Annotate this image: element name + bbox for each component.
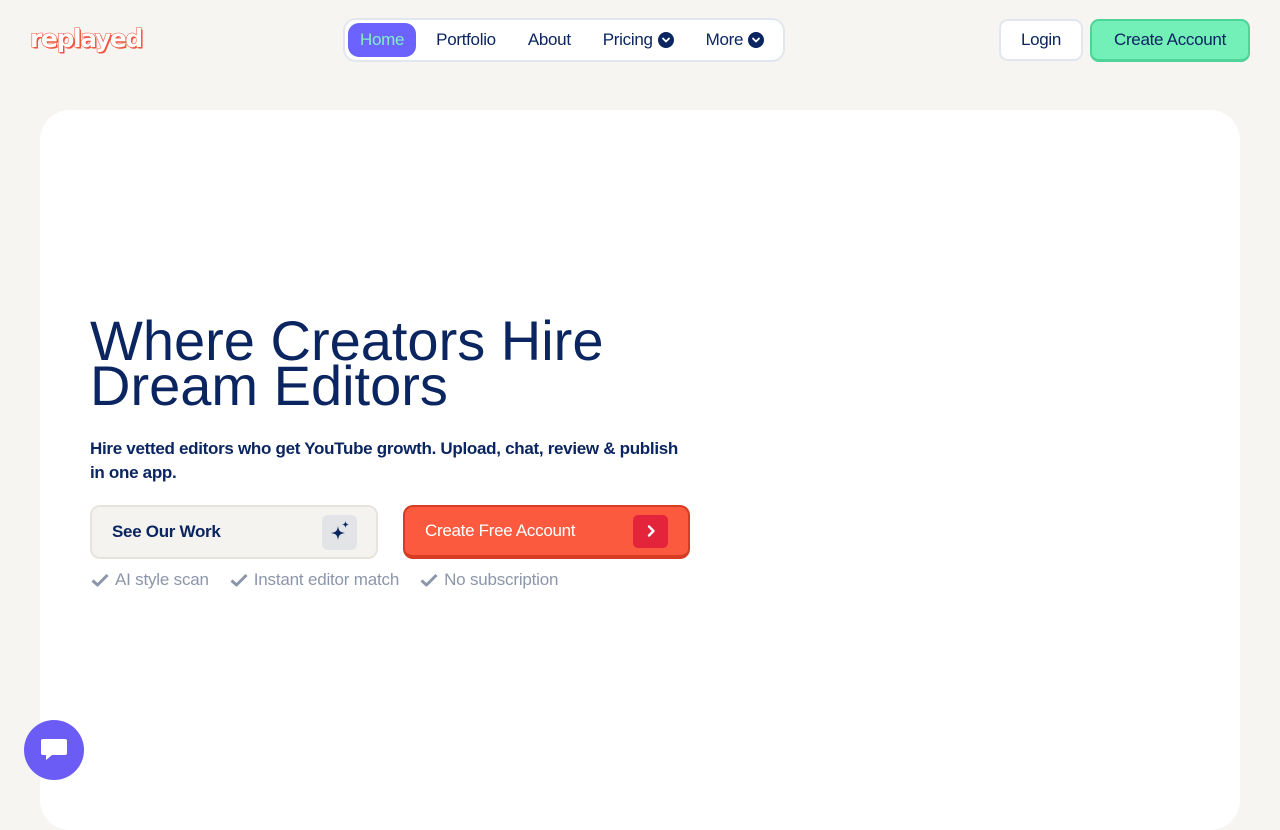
hero-title-line-2: Dream Editors (90, 354, 448, 417)
check-icon (420, 573, 438, 587)
sparkle-icon (322, 514, 357, 550)
nav-item-more[interactable]: More (706, 23, 765, 57)
chevron-down-circle-icon (748, 32, 765, 48)
see-our-work-button[interactable]: See Our Work (90, 505, 378, 559)
feature-label: Instant editor match (253, 570, 400, 589)
nav-item-home[interactable]: Home (348, 23, 417, 57)
logo[interactable]: replayed (29, 23, 143, 54)
chevron-down-circle-icon (657, 32, 674, 48)
feature-item: No subscription (420, 570, 558, 590)
feature-item: Instant editor match (230, 570, 399, 590)
nav-item-label: About (527, 30, 571, 49)
feature-label: No subscription (444, 570, 559, 589)
chat-icon (41, 739, 67, 760)
see-our-work-label: See Our Work (112, 522, 221, 541)
main-nav: Home Portfolio About Pricing More (343, 18, 785, 62)
nav-item-pricing[interactable]: Pricing (603, 23, 674, 57)
nav-item-label: Portfolio (436, 30, 496, 49)
nav-item-portfolio[interactable]: Portfolio (436, 23, 496, 57)
create-free-account-button[interactable]: Create Free Account (403, 505, 690, 559)
feature-list: AI style scan Instant editor match No su… (91, 570, 579, 590)
create-account-button[interactable]: Create Account (1090, 19, 1250, 62)
feature-label: AI style scan (115, 570, 209, 589)
chat-widget-button[interactable] (24, 720, 84, 780)
nav-item-label: More (705, 30, 744, 49)
check-icon (91, 573, 109, 587)
nav-item-about[interactable]: About (528, 23, 571, 57)
create-account-label: Create Account (1113, 30, 1227, 49)
nav-item-label: Home (360, 30, 405, 49)
login-label: Login (1020, 30, 1062, 49)
hero-title: Where Creators Hire Dream Editors (90, 313, 710, 414)
hero-subtitle: Hire vetted editors who get YouTube grow… (90, 439, 678, 482)
chevron-right-icon (633, 514, 668, 548)
login-button[interactable]: Login (999, 19, 1083, 61)
check-icon (230, 573, 248, 587)
feature-item: AI style scan (91, 570, 209, 590)
nav-item-label: Pricing (602, 30, 653, 49)
create-free-account-label: Create Free Account (425, 521, 576, 540)
